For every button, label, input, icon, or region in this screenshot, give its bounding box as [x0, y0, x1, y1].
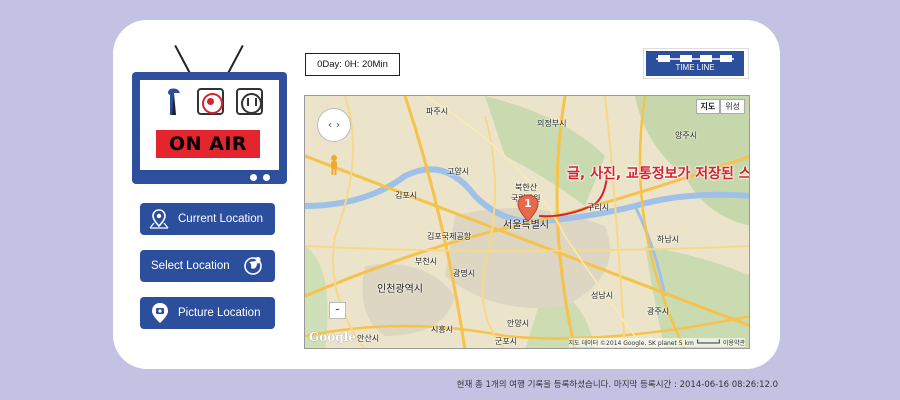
globe-pin-icon: [244, 257, 262, 275]
on-air-label: ON AIR: [156, 130, 260, 158]
city-label: 안산시: [357, 334, 380, 343]
tv-knob-right: [263, 174, 270, 181]
photo-pin-icon: [152, 303, 168, 323]
city-label: 양주시: [675, 131, 698, 140]
city-label: 군포시: [495, 337, 518, 346]
current-location-label: Current Location: [178, 213, 264, 225]
zoom-out-button[interactable]: -: [329, 302, 346, 319]
status-text: 현재 총 1개의 여행 기록을 등록하셨습니다. 마지막 등록시간 : 2014…: [456, 380, 778, 390]
city-label: 부천시: [415, 257, 438, 266]
city-label: 김포국제공항: [427, 232, 472, 241]
map-pin-icon: [149, 209, 169, 229]
city-label: 파주시: [426, 107, 449, 116]
antenna-icon: [168, 88, 180, 115]
select-location-button[interactable]: Select Location: [140, 250, 275, 282]
city-label: 안양시: [507, 319, 530, 328]
pan-control[interactable]: [317, 108, 351, 142]
marker-number: 1: [524, 197, 532, 210]
city-label: 인천광역시: [377, 284, 423, 295]
elapsed-timer: 0Day: 0H: 20Min: [305, 53, 400, 76]
city-label: 북한산: [515, 183, 538, 192]
timeline-button[interactable]: TIME LINE: [643, 48, 749, 79]
map-view[interactable]: 지도 위성 - 파주시 의정부시 양주시 고양시 김포시 북한산 국립공원 구리…: [304, 95, 750, 349]
map-type-satellite-button[interactable]: 위성: [720, 99, 745, 114]
spot-annotation: 글, 사진, 교통정보가 저장된 스팟: [567, 166, 750, 182]
map-type-toggle[interactable]: 지도 위성: [695, 99, 745, 114]
picture-location-button[interactable]: Picture Location: [140, 297, 275, 329]
select-location-label: Select Location: [151, 260, 230, 272]
tv-knob-left: [250, 174, 257, 181]
map-type-map-button[interactable]: 지도: [695, 99, 721, 114]
google-logo: Google: [309, 330, 356, 344]
city-label: 김포시: [395, 191, 418, 200]
timeline-label: TIME LINE: [675, 63, 715, 72]
city-label: 광주시: [647, 307, 670, 316]
city-label: 고양시: [447, 167, 470, 176]
city-label: 구리시: [587, 203, 610, 212]
pause-icon[interactable]: [236, 88, 263, 115]
city-label: 성남시: [591, 291, 614, 300]
picture-location-label: Picture Location: [178, 307, 261, 319]
pegman-icon[interactable]: [327, 154, 341, 176]
city-label: 하남시: [657, 235, 680, 244]
record-icon[interactable]: [197, 88, 224, 115]
city-label: 시흥시: [431, 325, 454, 334]
city-label: 의정부시: [537, 119, 567, 128]
city-label: 광명시: [453, 269, 476, 278]
current-location-button[interactable]: Current Location: [140, 203, 275, 235]
timeline-icon: [656, 55, 734, 62]
map-copyright: 지도 데이터 ©2014 Google, SK planet 5 km ┗━━━…: [568, 338, 745, 347]
spot-marker[interactable]: 1: [517, 194, 539, 222]
timeline-button-body: TIME LINE: [646, 51, 744, 76]
